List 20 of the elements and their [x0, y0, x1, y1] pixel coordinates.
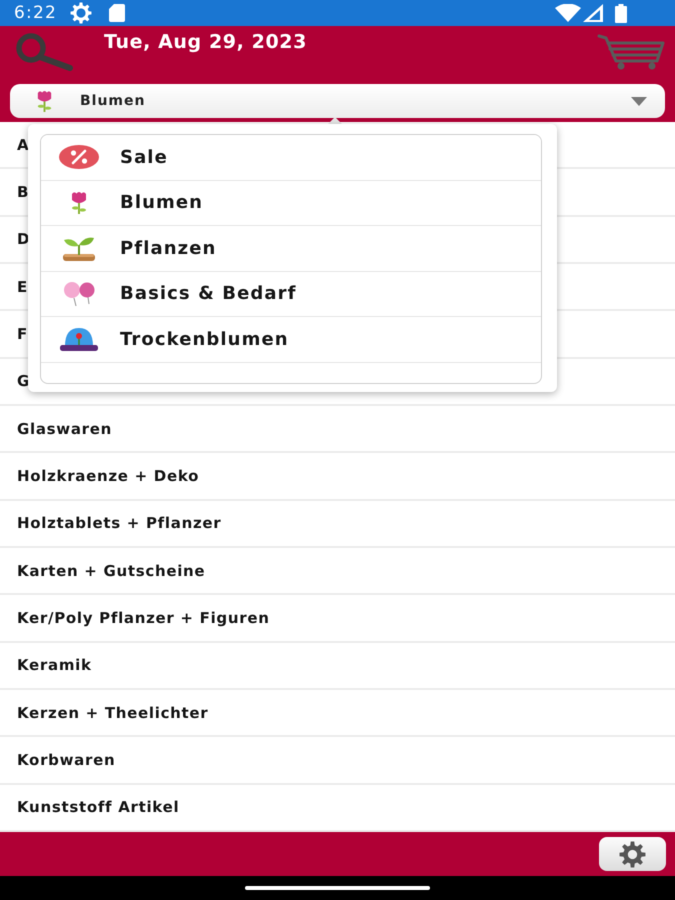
cart-icon[interactable]	[597, 34, 665, 70]
settings-status-icon	[70, 2, 92, 24]
glass-dome-icon	[59, 327, 99, 352]
sd-card-icon	[108, 4, 125, 22]
signal-icon	[583, 4, 603, 22]
balloons-icon	[62, 282, 96, 306]
battery-icon	[615, 4, 627, 22]
header-date: Tue, Aug 29, 2023	[104, 30, 307, 55]
settings-button[interactable]	[599, 837, 666, 871]
category-dropdown[interactable]: Blumen	[10, 84, 665, 118]
home-indicator[interactable]	[245, 886, 430, 890]
percent-badge-icon	[59, 145, 99, 170]
caret-icon	[631, 96, 647, 106]
status-time: 6:22	[14, 3, 57, 23]
menu-option[interactable]: Sale	[41, 135, 541, 180]
wifi-icon	[555, 4, 581, 22]
seedling-icon	[63, 235, 95, 262]
settings-icon	[619, 840, 646, 868]
rose-icon	[69, 190, 89, 215]
rose-icon	[35, 90, 54, 112]
